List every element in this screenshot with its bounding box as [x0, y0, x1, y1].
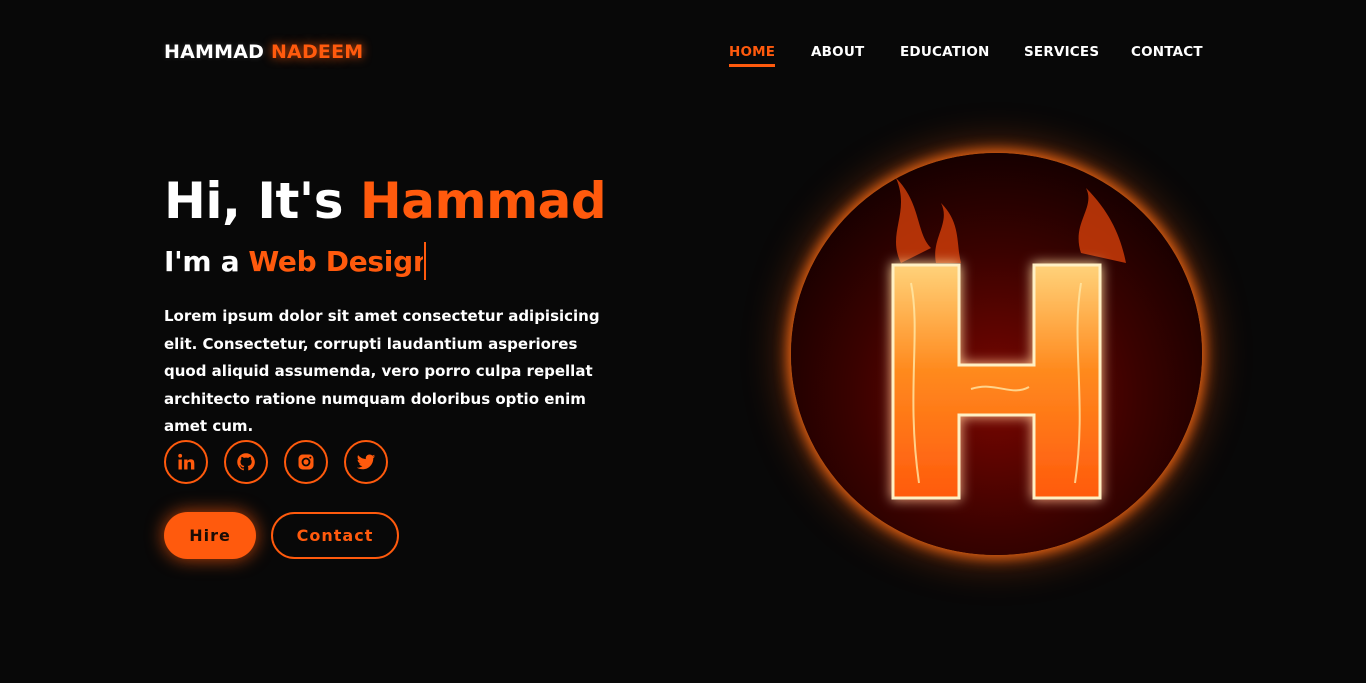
- main-nav: HOME ABOUT EDUCATION SERVICES CONTACT: [0, 44, 1366, 74]
- nav-contact[interactable]: CONTACT: [1131, 44, 1203, 60]
- nav-education[interactable]: EDUCATION: [900, 44, 990, 60]
- instagram-link[interactable]: [284, 440, 328, 484]
- github-link[interactable]: [224, 440, 268, 484]
- nav-about[interactable]: ABOUT: [811, 44, 864, 60]
- flaming-letter-h-image: [891, 178, 1126, 500]
- hire-button[interactable]: Hire: [164, 512, 256, 559]
- linkedin-link[interactable]: [164, 440, 208, 484]
- linkedin-icon: [176, 452, 196, 472]
- nav-services[interactable]: SERVICES: [1024, 44, 1099, 60]
- typing-caret: [424, 242, 427, 280]
- hero-title: Hi, It's Hammad: [164, 172, 607, 230]
- profile-image: [791, 153, 1202, 555]
- nav-home[interactable]: HOME: [729, 44, 776, 67]
- hero-greeting: Hi, It's: [164, 172, 343, 230]
- social-links: [164, 440, 404, 484]
- contact-button[interactable]: Contact: [271, 512, 399, 559]
- hero-role: I'm a Web Designe: [164, 242, 427, 280]
- hero-description: Lorem ipsum dolor sit amet consectetur a…: [164, 307, 600, 435]
- hero-role-prefix: I'm a: [164, 244, 240, 278]
- page: HAMMAD NADEEM HOME ABOUT EDUCATION SERVI…: [0, 0, 1366, 683]
- instagram-icon: [296, 452, 316, 472]
- twitter-icon: [356, 452, 376, 472]
- github-icon: [236, 452, 256, 472]
- hero-name: Hammad: [359, 172, 607, 230]
- typed-role-text: Web Designe: [248, 244, 424, 278]
- twitter-link[interactable]: [344, 440, 388, 484]
